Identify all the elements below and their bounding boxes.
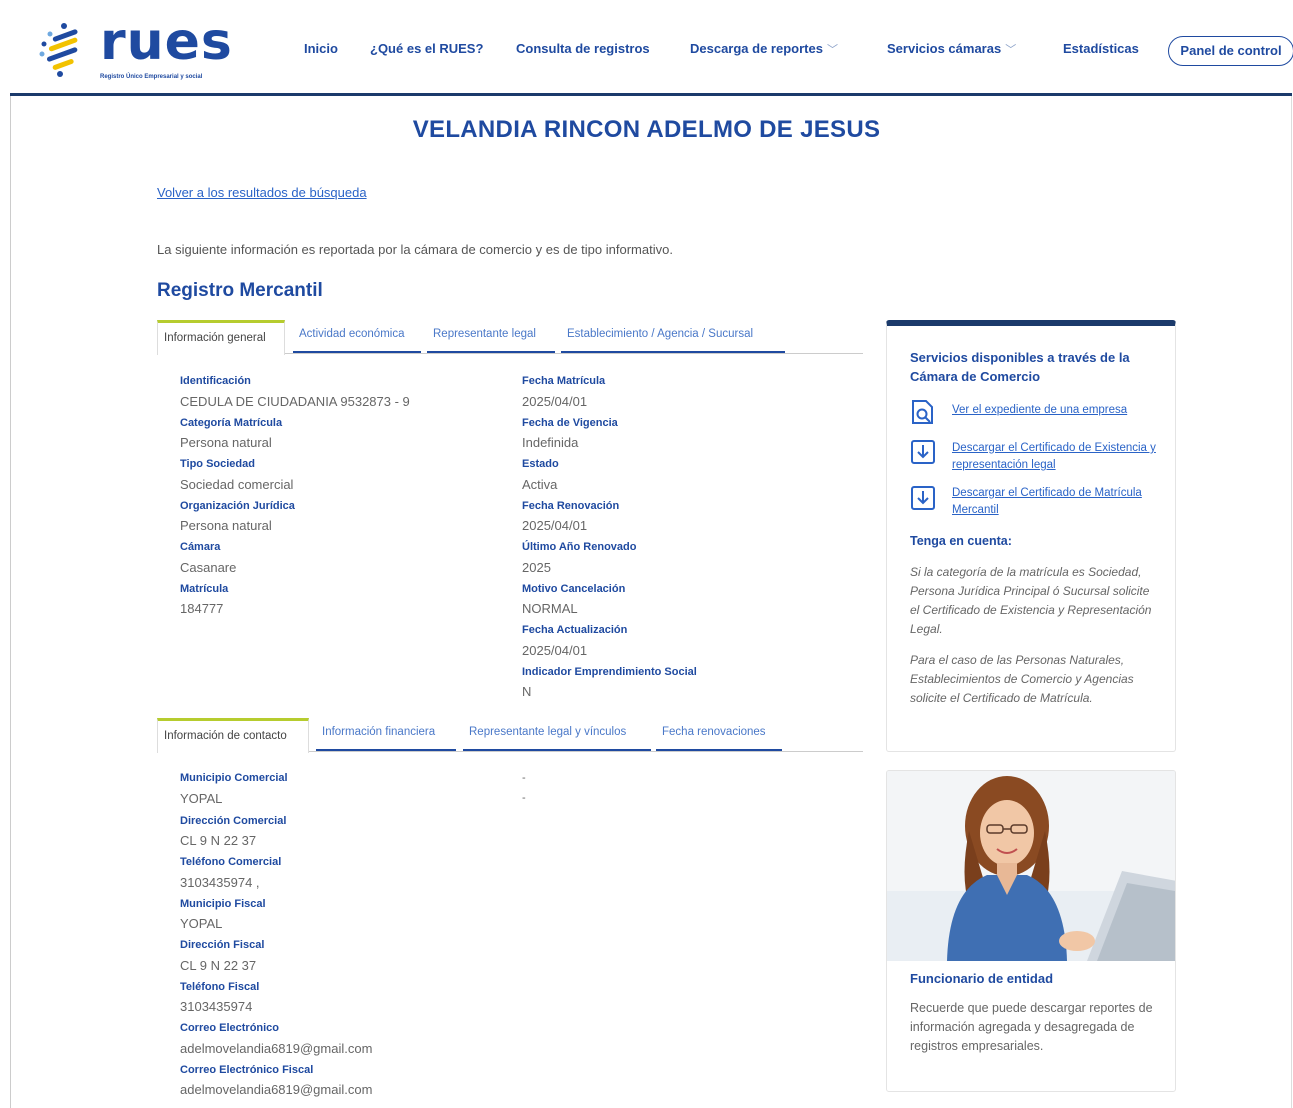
field-value: -: [522, 772, 526, 784]
tab-informacion-general[interactable]: Información general: [157, 320, 285, 355]
field-label: Estado: [522, 458, 559, 470]
note-paragraph: Si la categoría de la matrícula es Socie…: [910, 565, 1152, 636]
field-value: 2025/04/01: [522, 518, 588, 533]
chevron-down-icon: ﹀: [826, 44, 838, 56]
field-label: Último Año Renovado: [522, 541, 637, 553]
field-label: Matrícula: [180, 583, 229, 595]
logo-tagline: Registro Único Empresarial y social: [100, 74, 203, 80]
field-value: YOPAL: [180, 916, 223, 931]
ver-expediente-link[interactable]: Ver el expediente de una empresa: [952, 402, 1162, 419]
download-icon[interactable]: [909, 438, 937, 466]
nav-servicios-camaras[interactable]: Servicios cámaras ﹀: [887, 41, 1016, 57]
field-value: YOPAL: [180, 791, 223, 806]
woman-laptop-photo: [887, 771, 1175, 961]
note-title: Tenga en cuenta:: [910, 534, 1012, 548]
download-icon[interactable]: [909, 484, 937, 512]
field-value: 3103435974 ,: [180, 875, 260, 890]
field-value: 2025: [522, 560, 551, 575]
tab-representante-legal[interactable]: Representante legal: [427, 320, 555, 353]
field-label: Teléfono Comercial: [180, 856, 282, 868]
field-value: Sociedad comercial: [180, 477, 294, 492]
field-value: CEDULA DE CIUDADANIA 9532873 - 9: [180, 394, 410, 409]
field-value: adelmovelandia6819@gmail.com: [180, 1041, 373, 1056]
rues-logo[interactable]: rues Registro Único Empresarial y social: [38, 12, 238, 84]
field-label: Identificación: [180, 375, 251, 387]
tab-establecimiento[interactable]: Establecimiento / Agencia / Sucursal: [561, 320, 785, 353]
nav-label: Estadísticas: [1063, 41, 1139, 56]
nav-que-es-rues[interactable]: ¿Qué es el RUES?: [370, 41, 483, 56]
field-value: Indefinida: [522, 435, 579, 450]
field-label: Fecha Matrícula: [522, 375, 606, 387]
nav-descarga-reportes[interactable]: Descarga de reportes ﹀: [690, 41, 838, 57]
nav-label: Descarga de reportes: [690, 41, 823, 56]
certificado-existencia-link[interactable]: Descargar el Certificado de Existencia y…: [952, 440, 1162, 474]
field-label: Tipo Sociedad: [180, 458, 255, 470]
field-label: Fecha de Vigencia: [522, 417, 618, 429]
field-value: -: [522, 792, 526, 804]
field-label: Correo Electrónico: [180, 1022, 280, 1034]
field-label: Municipio Fiscal: [180, 898, 266, 910]
field-label: Indicador Emprendimiento Social: [522, 666, 697, 678]
services-card-title: Servicios disponibles a través de la Cám…: [910, 350, 1130, 384]
nav-inicio[interactable]: Inicio: [304, 41, 338, 56]
field-value: N: [522, 684, 532, 699]
chevron-down-icon: ﹀: [1005, 44, 1017, 56]
search-document-icon[interactable]: [909, 398, 937, 426]
field-label: Fecha Actualización: [522, 624, 628, 636]
tab-fecha-renovaciones[interactable]: Fecha renovaciones: [656, 718, 782, 751]
contact-tabs: Información de contacto Información fina…: [157, 718, 863, 753]
officer-card: Funcionario de entidad Recuerde que pued…: [886, 770, 1176, 1092]
field-label: Fecha Renovación: [522, 500, 620, 512]
officer-card-title: Funcionario de entidad: [910, 971, 1054, 986]
tab-informacion-contacto[interactable]: Información de contacto: [157, 718, 309, 753]
back-to-results-link[interactable]: Volver a los resultados de búsqueda: [157, 185, 367, 200]
field-value: Persona natural: [180, 518, 272, 533]
field-label: Teléfono Fiscal: [180, 981, 260, 993]
field-value: Casanare: [180, 560, 237, 575]
general-tabs: Información general Actividad económica …: [157, 320, 863, 355]
officer-card-text: Recuerde que puede descargar reportes de…: [910, 1001, 1153, 1053]
field-label: Dirección Comercial: [180, 815, 287, 827]
field-label: Cámara: [180, 541, 221, 553]
field-value: 184777: [180, 601, 224, 616]
field-value: Activa: [522, 477, 558, 492]
field-value: 2025/04/01: [522, 394, 588, 409]
nav-consulta-registros[interactable]: Consulta de registros: [516, 41, 650, 56]
certificado-matricula-link[interactable]: Descargar el Certificado de Matrícula Me…: [952, 485, 1162, 519]
field-value: adelmovelandia6819@gmail.com: [180, 1082, 373, 1097]
page-title: VELANDIA RINCON ADELMO DE JESUS: [412, 116, 881, 143]
field-value: CL 9 N 22 37: [180, 958, 257, 973]
nav-label: Servicios cámaras: [887, 41, 1002, 56]
field-label: Categoría Matrícula: [180, 417, 283, 429]
tab-actividad-economica[interactable]: Actividad económica: [293, 320, 421, 353]
nav-label: Inicio: [304, 41, 338, 56]
info-disclaimer: La siguiente información es reportada po…: [157, 242, 673, 257]
field-label: Dirección Fiscal: [180, 939, 265, 951]
field-value: 3103435974: [180, 999, 253, 1014]
rues-logo-mark-icon: [39, 23, 78, 77]
tab-informacion-financiera[interactable]: Información financiera: [316, 718, 456, 751]
nav-label: Consulta de registros: [516, 41, 650, 56]
field-label: Organización Jurídica: [180, 500, 295, 512]
nav-label: ¿Qué es el RUES?: [370, 41, 484, 56]
logo-wordmark: rues: [100, 12, 233, 72]
field-label: Motivo Cancelación: [522, 583, 626, 595]
section-title: Registro Mercantil: [157, 280, 323, 301]
field-value: Persona natural: [180, 435, 272, 450]
field-value: NORMAL: [522, 601, 578, 616]
field-label: Correo Electrónico Fiscal: [180, 1064, 314, 1076]
note-paragraph: Para el caso de las Personas Naturales, …: [910, 653, 1134, 705]
tab-representante-vinculos[interactable]: Representante legal y vínculos: [463, 718, 651, 751]
panel-control-button[interactable]: Panel de control: [1168, 36, 1293, 66]
field-value: 2025/04/01: [522, 643, 588, 658]
field-label: Municipio Comercial: [180, 772, 288, 784]
field-value: CL 9 N 22 37: [180, 833, 257, 848]
site-header: rues Registro Único Empresarial y social…: [10, 8, 1293, 96]
services-card: Servicios disponibles a través de la Cám…: [886, 320, 1176, 752]
nav-estadisticas[interactable]: Estadísticas: [1063, 41, 1139, 56]
